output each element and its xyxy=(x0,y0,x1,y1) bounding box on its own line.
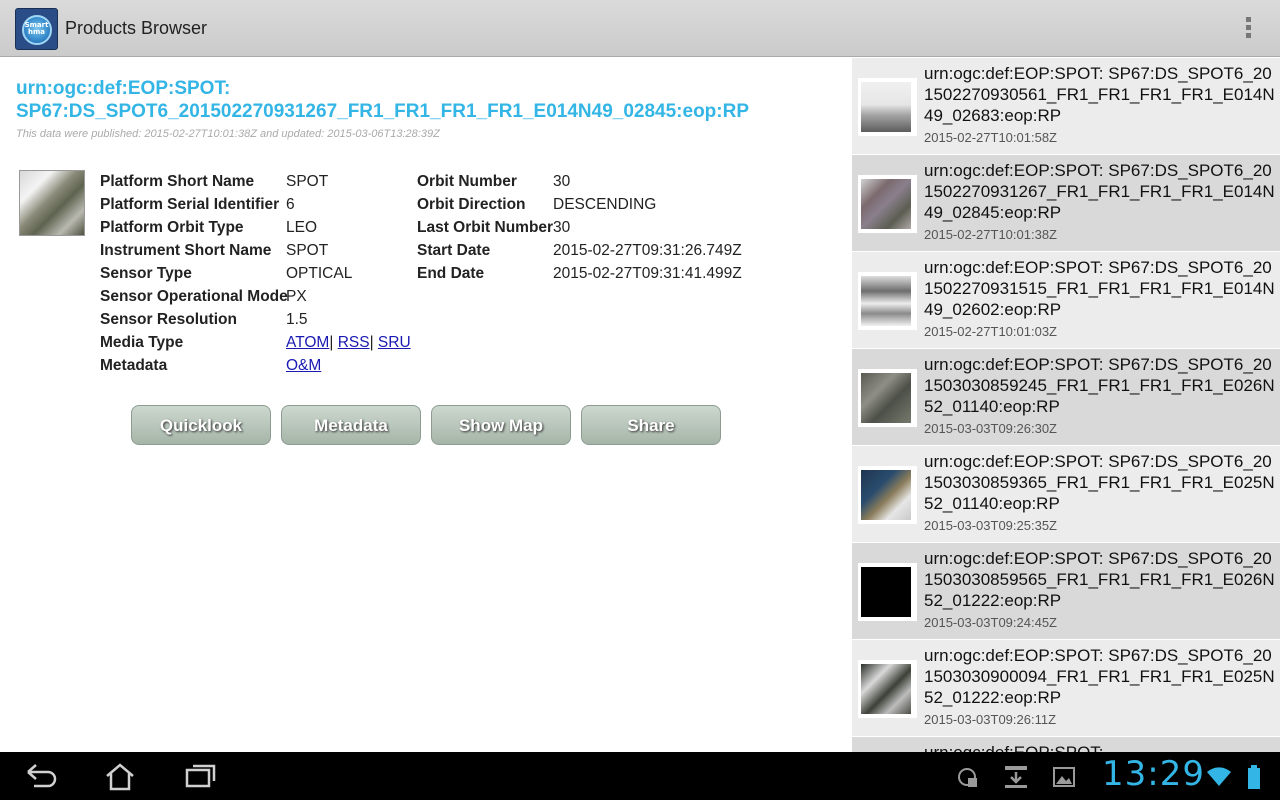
system-bar: 13:29 xyxy=(0,752,1280,800)
list-item-title: urn:ogc:def:EOP:SPOT: SP67:DS_SPOT6_2015… xyxy=(924,355,1275,416)
app-logo-icon[interactable]: Smart hma xyxy=(15,8,58,50)
app-logo-text: Smart hma xyxy=(16,22,57,36)
metadata-links: O&M xyxy=(286,357,411,380)
property-label: Platform Orbit Type xyxy=(100,219,244,236)
list-item-thumbnail xyxy=(858,563,917,621)
property-label: End Date xyxy=(417,265,485,282)
home-icon[interactable] xyxy=(104,762,136,792)
list-item-thumbnail xyxy=(858,466,917,524)
property-value: OPTICAL xyxy=(286,265,353,282)
list-item-title: urn:ogc:def:EOP:SPOT: SP67:DS_SPOT6_2015… xyxy=(924,258,1275,319)
clock: 13:29 xyxy=(1102,754,1205,794)
wifi-icon xyxy=(1207,767,1231,786)
list-item-date: 2015-03-03T09:24:45Z xyxy=(924,615,1057,630)
product-title: urn:ogc:def:EOP:SPOT: SP67:DS_SPOT6_2015… xyxy=(16,78,750,122)
property-label: Last Orbit Number xyxy=(417,219,554,236)
property-value: DESCENDING xyxy=(553,196,657,213)
list-item-title: urn:ogc:def:EOP:SPOT: xyxy=(924,742,1276,752)
list-item-title: urn:ogc:def:EOP:SPOT: SP67:DS_SPOT6_2015… xyxy=(924,452,1275,513)
list-item-date: 2015-02-27T10:01:58Z xyxy=(924,130,1057,145)
list-item-title: urn:ogc:def:EOP:SPOT: SP67:DS_SPOT6_2015… xyxy=(924,161,1275,222)
app-title: Products Browser xyxy=(65,18,208,38)
list-item[interactable]: urn:ogc:def:EOP:SPOT: SP67:DS_SPOT6_2015… xyxy=(852,252,1280,349)
list-item-date: 2015-02-27T10:01:03Z xyxy=(924,324,1057,339)
show-map-button[interactable]: Show Map xyxy=(431,405,571,445)
product-detail-pane: urn:ogc:def:EOP:SPOT: SP67:DS_SPOT6_2015… xyxy=(0,58,852,752)
property-value: SPOT xyxy=(286,242,329,259)
property-label: Sensor Type xyxy=(100,265,192,282)
publication-info: This data were published: 2015-02-27T10:… xyxy=(16,128,440,140)
media-type-links: ATOM| RSS| SRU xyxy=(286,334,411,357)
list-item[interactable]: urn:ogc:def:EOP:SPOT: SP67:DS_SPOT6_2015… xyxy=(852,155,1280,252)
property-label: Platform Serial Identifier xyxy=(100,196,280,213)
product-thumbnail[interactable] xyxy=(19,170,85,236)
back-icon[interactable] xyxy=(24,762,58,790)
property-label: Sensor Operational Mode xyxy=(100,288,288,305)
recent-apps-icon[interactable] xyxy=(184,762,218,790)
list-item-thumbnail xyxy=(858,369,917,427)
app-logo-text-2: hma xyxy=(27,28,45,36)
property-value: 1.5 xyxy=(286,311,308,328)
property-value: 30 xyxy=(553,219,571,236)
list-item-thumbnail xyxy=(858,175,917,233)
action-bar: Smart hma Products Browser xyxy=(0,0,1280,57)
property-label: Metadata xyxy=(100,357,168,374)
list-item-date: 2015-03-03T09:26:11Z xyxy=(924,712,1057,727)
property-label: Instrument Short Name xyxy=(100,242,272,259)
quicklook-button[interactable]: Quicklook xyxy=(131,405,271,445)
download-notification-icon[interactable] xyxy=(1003,764,1029,790)
list-item-date: 2015-02-27T10:01:38Z xyxy=(924,227,1057,242)
screenshot-notification-icon[interactable] xyxy=(956,766,980,790)
list-item[interactable]: urn:ogc:def:EOP:SPOT: SP67:DS_SPOT6_2015… xyxy=(852,446,1280,543)
metadata-button[interactable]: Metadata xyxy=(281,405,421,445)
list-item[interactable]: urn:ogc:def:EOP:SPOT: SP67:DS_SPOT6_2015… xyxy=(852,640,1280,737)
sru-link[interactable]: SRU xyxy=(378,334,411,351)
property-label: Sensor Resolution xyxy=(100,311,237,328)
link-separator: | xyxy=(329,334,334,351)
list-item[interactable]: urn:ogc:def:EOP:SPOT: xyxy=(852,737,1280,752)
list-item-date: 2015-03-03T09:26:30Z xyxy=(924,421,1057,436)
right-property-labels: Orbit Number Orbit Direction Last Orbit … xyxy=(417,173,553,288)
left-property-values: SPOT 6 LEO SPOT OPTICAL PX 1.5 ATOM| RSS… xyxy=(286,173,411,380)
property-value: 30 xyxy=(553,173,571,190)
list-item-thumbnail xyxy=(858,272,917,330)
property-label: Platform Short Name xyxy=(100,173,255,190)
product-list[interactable]: urn:ogc:def:EOP:SPOT: SP67:DS_SPOT6_2015… xyxy=(852,58,1280,752)
property-value: 6 xyxy=(286,196,295,213)
property-value: PX xyxy=(286,288,307,305)
overflow-menu-icon[interactable] xyxy=(1238,14,1258,44)
list-item-thumbnail xyxy=(858,660,917,718)
list-item-thumbnail xyxy=(858,78,917,136)
link-separator: | xyxy=(369,334,374,351)
right-property-values: 30 DESCENDING 30 2015-02-27T09:31:26.749… xyxy=(553,173,742,288)
om-link[interactable]: O&M xyxy=(286,357,321,374)
atom-link[interactable]: ATOM xyxy=(286,334,329,351)
gallery-notification-icon[interactable] xyxy=(1052,766,1076,788)
left-property-labels: Platform Short Name Platform Serial Iden… xyxy=(100,173,288,380)
screen: Smart hma Products Browser urn:ogc:def:E… xyxy=(0,0,1280,800)
property-label: Orbit Direction xyxy=(417,196,526,213)
property-label: Media Type xyxy=(100,334,184,351)
list-item[interactable]: urn:ogc:def:EOP:SPOT: SP67:DS_SPOT6_2015… xyxy=(852,58,1280,155)
property-value: 2015-02-27T09:31:26.749Z xyxy=(553,242,742,259)
property-value: 2015-02-27T09:31:41.499Z xyxy=(553,265,742,282)
battery-icon xyxy=(1248,765,1260,789)
list-item-title: urn:ogc:def:EOP:SPOT: SP67:DS_SPOT6_2015… xyxy=(924,64,1275,125)
property-value: SPOT xyxy=(286,173,329,190)
list-item-title: urn:ogc:def:EOP:SPOT: SP67:DS_SPOT6_2015… xyxy=(924,646,1275,707)
share-button[interactable]: Share xyxy=(581,405,721,445)
property-label: Start Date xyxy=(417,242,491,259)
property-label: Orbit Number xyxy=(417,173,517,190)
rss-link[interactable]: RSS xyxy=(338,334,370,351)
list-item-date: 2015-03-03T09:25:35Z xyxy=(924,518,1057,533)
property-value: LEO xyxy=(286,219,318,236)
list-item[interactable]: urn:ogc:def:EOP:SPOT: SP67:DS_SPOT6_2015… xyxy=(852,543,1280,640)
list-item-title: urn:ogc:def:EOP:SPOT: SP67:DS_SPOT6_2015… xyxy=(924,549,1275,610)
list-item[interactable]: urn:ogc:def:EOP:SPOT: SP67:DS_SPOT6_2015… xyxy=(852,349,1280,446)
